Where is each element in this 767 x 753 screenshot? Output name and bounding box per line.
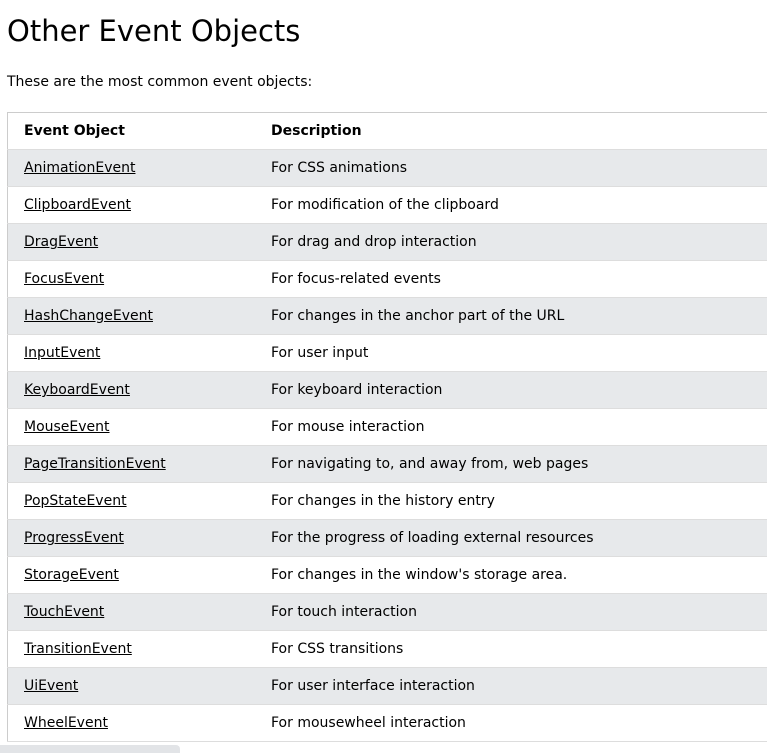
- event-object-link[interactable]: TransitionEvent: [24, 641, 132, 657]
- description-cell: For navigating to, and away from, web pa…: [255, 445, 767, 483]
- event-object-cell: MouseEvent: [7, 408, 255, 446]
- description-cell: For mouse interaction: [255, 408, 767, 446]
- table-row: TouchEvent For touch interaction: [7, 593, 767, 631]
- event-object-cell: PopStateEvent: [7, 482, 255, 520]
- event-object-cell: DragEvent: [7, 223, 255, 261]
- table-row: WheelEvent For mousewheel interaction: [7, 704, 767, 742]
- event-object-cell: FocusEvent: [7, 260, 255, 298]
- event-object-link[interactable]: DragEvent: [24, 234, 98, 250]
- table-row: StorageEvent For changes in the window's …: [7, 556, 767, 594]
- intro-text: These are the most common event objects:: [7, 74, 313, 90]
- event-object-link[interactable]: WheelEvent: [24, 715, 108, 731]
- description-cell: For changes in the window's storage area…: [255, 556, 767, 594]
- description-cell: For focus-related events: [255, 260, 767, 298]
- description-cell: For drag and drop interaction: [255, 223, 767, 261]
- description-cell: For user interface interaction: [255, 667, 767, 705]
- event-object-cell: UiEvent: [7, 667, 255, 705]
- event-object-link[interactable]: FocusEvent: [24, 271, 104, 287]
- event-object-link[interactable]: PageTransitionEvent: [24, 456, 166, 472]
- event-object-cell: StorageEvent: [7, 556, 255, 594]
- description-cell: For CSS transitions: [255, 630, 767, 668]
- event-object-link[interactable]: PopStateEvent: [24, 493, 127, 509]
- description-cell: For changes in the history entry: [255, 482, 767, 520]
- event-object-cell: PageTransitionEvent: [7, 445, 255, 483]
- description-cell: For the progress of loading external res…: [255, 519, 767, 557]
- event-object-link[interactable]: UiEvent: [24, 678, 78, 694]
- table-row: HashChangeEvent For changes in the anchor…: [7, 297, 767, 335]
- table-row: TransitionEvent For CSS transitions: [7, 630, 767, 668]
- event-object-cell: TransitionEvent: [7, 630, 255, 668]
- table-row: KeyboardEvent For keyboard interaction: [7, 371, 767, 409]
- event-object-link[interactable]: StorageEvent: [24, 567, 119, 583]
- table-row: UiEvent For user interface interaction: [7, 667, 767, 705]
- event-object-cell: KeyboardEvent: [7, 371, 255, 409]
- event-object-link[interactable]: TouchEvent: [24, 604, 104, 620]
- page-title: Other Event Objects: [7, 14, 301, 48]
- table-row: MouseEvent For mouse interaction: [7, 408, 767, 446]
- event-object-cell: InputEvent: [7, 334, 255, 372]
- header-event-object: Event Object: [7, 112, 255, 150]
- event-object-link[interactable]: MouseEvent: [24, 419, 110, 435]
- event-object-link[interactable]: HashChangeEvent: [24, 308, 153, 324]
- table-row: ClipboardEvent For modification of the cl…: [7, 186, 767, 224]
- table-row: PopStateEvent For changes in the history …: [7, 482, 767, 520]
- table-row: ProgressEvent For the progress of loading…: [7, 519, 767, 557]
- event-object-link[interactable]: ProgressEvent: [24, 530, 124, 546]
- event-object-cell: HashChangeEvent: [7, 297, 255, 335]
- table-header-row: Event Object Description: [7, 112, 767, 150]
- event-object-cell: ClipboardEvent: [7, 186, 255, 224]
- horizontal-scrollbar[interactable]: [0, 745, 180, 753]
- description-cell: For user input: [255, 334, 767, 372]
- event-object-cell: AnimationEvent: [7, 149, 255, 187]
- header-description: Description: [255, 112, 767, 150]
- table-row: FocusEvent For focus-related events: [7, 260, 767, 298]
- event-object-link[interactable]: AnimationEvent: [24, 160, 135, 176]
- description-cell: For CSS animations: [255, 149, 767, 187]
- event-object-cell: TouchEvent: [7, 593, 255, 631]
- event-object-cell: ProgressEvent: [7, 519, 255, 557]
- event-object-link[interactable]: InputEvent: [24, 345, 100, 361]
- description-cell: For keyboard interaction: [255, 371, 767, 409]
- description-cell: For changes in the anchor part of the UR…: [255, 297, 767, 335]
- description-cell: For mousewheel interaction: [255, 704, 767, 742]
- table-row: DragEvent For drag and drop interaction: [7, 223, 767, 261]
- event-object-cell: WheelEvent: [7, 704, 255, 742]
- table-row: AnimationEvent For CSS animations: [7, 149, 767, 187]
- event-objects-table: Event Object Description AnimationEvent F…: [7, 112, 767, 742]
- description-cell: For touch interaction: [255, 593, 767, 631]
- table-row: PageTransitionEvent For navigating to, an…: [7, 445, 767, 483]
- table-row: InputEvent For user input: [7, 334, 767, 372]
- description-cell: For modification of the clipboard: [255, 186, 767, 224]
- event-object-link[interactable]: ClipboardEvent: [24, 197, 131, 213]
- event-object-link[interactable]: KeyboardEvent: [24, 382, 130, 398]
